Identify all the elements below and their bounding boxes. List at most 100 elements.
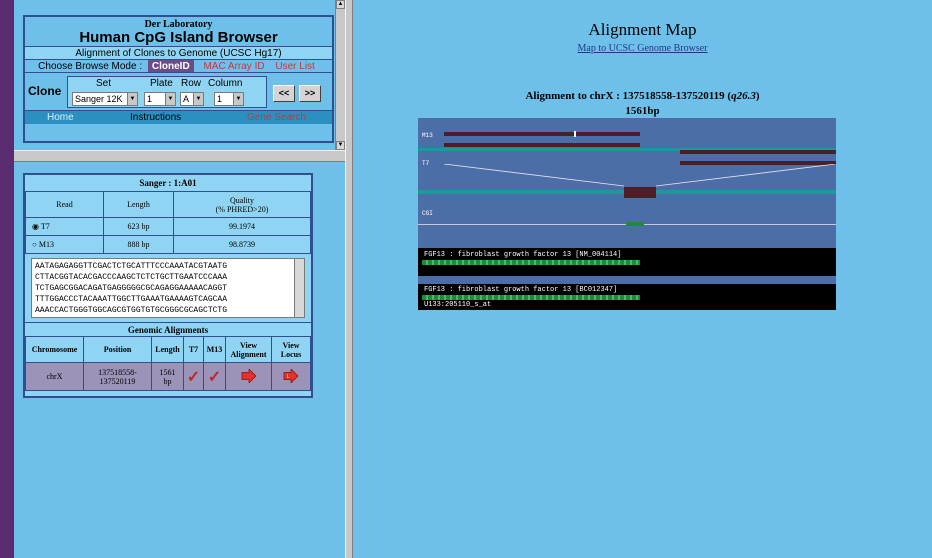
view-alignment-cell (225, 362, 272, 391)
sequence-textarea[interactable]: AATAGAGAGGTTCGACTCTGCATTTCCCAAATACGTAATG… (31, 258, 305, 318)
ucsc-browser-link[interactable]: Map to UCSC Genome Browser (353, 43, 932, 54)
plate-select-value: 1 (147, 94, 153, 104)
row-header: Row (181, 78, 202, 89)
read-quality: 99.1974 (173, 217, 311, 236)
browse-mode-bar: Choose Browse Mode : CloneID MAC Array I… (25, 59, 332, 73)
sequence-scrollbar[interactable] (294, 259, 304, 317)
radio-selected-icon[interactable]: ◉ (32, 222, 39, 231)
scroll-up-arrow-icon[interactable]: ▲ (336, 0, 345, 9)
view-locus-header-line1: View (282, 340, 300, 350)
scroll-down-arrow-icon[interactable]: ▼ (336, 141, 345, 150)
sequence-line: TTTGGACCCTACAAATTGGCTTGAAATGAAAAGTCAGCAA (35, 295, 228, 304)
m13-cell: ✓ (203, 362, 226, 391)
clone-selector: Set Plate Row Column Sanger 12K ▼ 1 ▼ A ▼ 1… (67, 76, 267, 108)
alignment-length: 1561bp (625, 105, 660, 117)
view-alignment-header: View Alignment (225, 336, 272, 363)
read-name: M13 (38, 240, 54, 249)
nav-frame-scrollbar[interactable]: ▲ ▼ (335, 0, 345, 150)
browser-title: Human CpG Island Browser (79, 29, 278, 46)
chevron-down-icon: ▼ (165, 93, 175, 105)
cytoband: q26.3 (731, 90, 756, 102)
check-icon: ✓ (186, 368, 201, 386)
column-select[interactable]: 1 ▼ (214, 92, 244, 106)
gene-label: FGF13 : fibroblast growth factor 13 [BC0… (424, 286, 618, 294)
chevron-down-icon: ▼ (233, 93, 243, 105)
navigation-frame: ▲ ▼ Der Laboratory Human CpG Island Brow… (14, 0, 345, 150)
sequence-line: AAACCACTGGGTGGCAGCGTGGTGTGCGGGCGCAGCTCTG (35, 306, 228, 315)
length-header: Length (103, 191, 174, 218)
view-alignment-arrow-icon[interactable] (241, 368, 257, 383)
table-row: ◉ T7 623 bp 99.1974 (25, 217, 311, 236)
chevron-down-icon: ▼ (127, 93, 137, 105)
read-name: T7 (40, 222, 50, 231)
set-select[interactable]: Sanger 12K ▼ (72, 92, 138, 106)
clone-selector-row: Clone Set Plate Row Column Sanger 12K ▼ 1… (25, 72, 332, 110)
mode-mac-array-link[interactable]: MAC Array ID (203, 61, 264, 72)
m13-read-bar (444, 143, 640, 147)
alignment-map-frame: Alignment Map Map to UCSC Genome Browser… (353, 0, 932, 558)
gene-track-nm004114: FGF13 : fibroblast growth factor 13 [NM_… (418, 248, 836, 276)
mode-user-list-link[interactable]: User List (275, 61, 314, 72)
view-locus-header-line2: Locus (280, 349, 302, 359)
length-value: 1561 (159, 367, 176, 377)
read-length: 888 bp (103, 235, 174, 254)
read-length: 623 bp (103, 217, 174, 236)
view-locus-header: View Locus (271, 336, 311, 363)
position-end: 137520119 (99, 376, 136, 386)
gene-label: FGF13 : fibroblast growth factor 13 [NM_… (424, 251, 622, 259)
gene-search-link[interactable]: Gene Search (247, 111, 306, 125)
sequence-line: CTTACGGTACACGACCCAAGCTCTCTGCTTGAATCCCAAA (35, 273, 228, 282)
frame-splitter[interactable] (14, 150, 345, 162)
alignment-caption: Alignment to chrX : 137518558-137520119 … (353, 90, 932, 102)
column-select-value: 1 (217, 94, 223, 104)
row-select[interactable]: A ▼ (180, 92, 204, 106)
chromosome-header: Chromosome (25, 336, 84, 363)
probe-label: U133:205110_s_at (424, 301, 492, 309)
row-select-value: A (183, 94, 190, 104)
view-alignment-header-line1: View (239, 340, 258, 350)
t7-header: T7 (183, 336, 204, 363)
genomic-alignments-table: Chromosome Position Length T7 M13 View Al… (25, 336, 311, 391)
length-header: Length (151, 336, 184, 363)
chromosome-cell: chrX (25, 362, 84, 391)
radio-unselected-icon[interactable]: ○ (32, 240, 37, 249)
alignment-caption-prefix: Alignment to chrX : 137518558-137520119 … (525, 90, 732, 102)
set-select-value: Sanger 12K (75, 94, 123, 104)
position-start: 137518558- (98, 367, 137, 377)
clone-detail-title: Sanger : 1:A01 (139, 178, 197, 188)
read-m13-cell[interactable]: ○ M13 (25, 235, 104, 254)
cgi-track-label: CGI (422, 210, 433, 217)
read-t7-cell[interactable]: ◉ T7 (25, 217, 104, 236)
left-edge-bar (0, 0, 14, 558)
frame-vertical-splitter[interactable] (345, 0, 353, 558)
instructions-link[interactable]: Instructions (130, 111, 181, 125)
next-clone-button[interactable]: >> (299, 85, 321, 102)
quality-header-line2: (% PHRED>20) (215, 204, 269, 214)
cpg-island-mark (626, 222, 644, 226)
table-row: chrX 137518558- 137520119 1561 bp ✓ ✓ L (25, 362, 311, 391)
view-locus-arrow-icon[interactable]: L (283, 368, 299, 383)
sequence-line: AATAGAGAGGTTCGACTCTGCATTTCCCAAATACGTAATG (35, 262, 228, 271)
previous-clone-button[interactable]: << (273, 85, 295, 102)
aligned-region-block (624, 187, 656, 198)
alignment-map-image[interactable]: M13 T7 CGI FGF13 : fibroblast growth fac… (418, 118, 836, 310)
check-icon: ✓ (207, 368, 222, 386)
browser-header-panel: Der Laboratory Human CpG Island Browser … (23, 15, 334, 143)
position-cell: 137518558- 137520119 (83, 362, 152, 391)
t7-read-bar (680, 150, 836, 154)
length-unit: bp (163, 376, 172, 386)
mismatch-mark (574, 131, 576, 137)
position-header: Position (83, 336, 152, 363)
read-header: Read (25, 191, 104, 218)
home-link[interactable]: Home (47, 111, 74, 125)
set-header: Set (96, 78, 112, 89)
genomic-alignments-title: Genomic Alignments (25, 322, 311, 336)
svg-text:L: L (287, 373, 290, 379)
clone-label: Clone (28, 84, 62, 98)
gene-strand (422, 260, 640, 265)
alignment-map-title: Alignment Map (588, 20, 697, 39)
plate-select[interactable]: 1 ▼ (144, 92, 176, 106)
length-cell: 1561 bp (151, 362, 184, 391)
chevron-down-icon: ▼ (193, 93, 203, 105)
read-table: Read Length Quality (% PHRED>20) ◉ T7 623… (25, 191, 311, 254)
